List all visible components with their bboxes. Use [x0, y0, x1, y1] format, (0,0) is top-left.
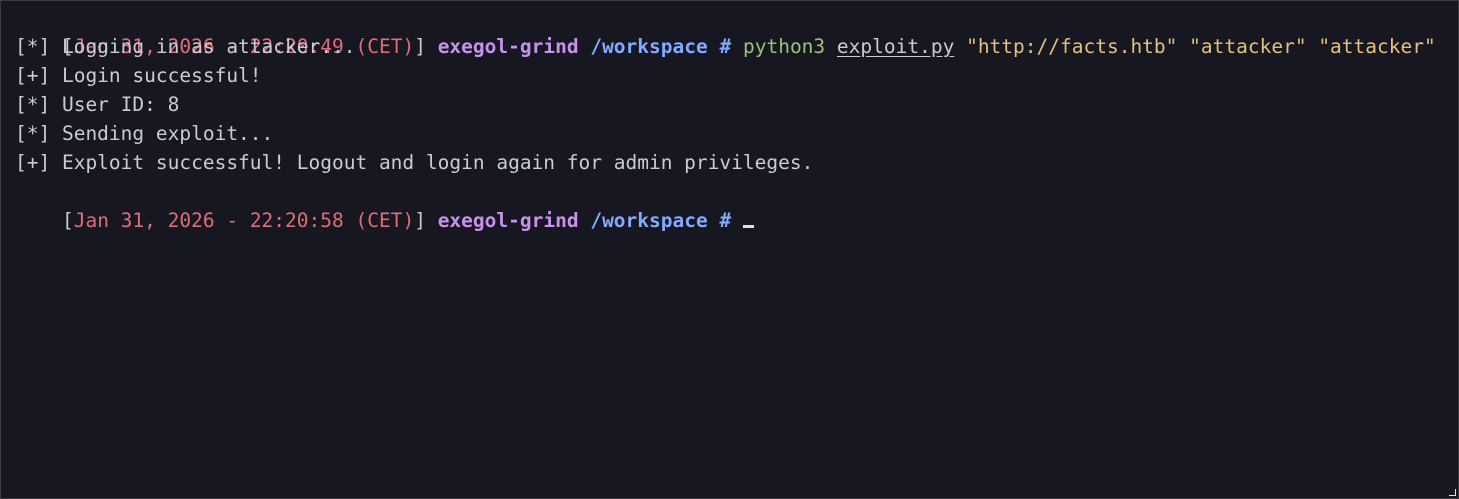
command-arg-url: "http://facts.htb": [966, 35, 1178, 58]
output-line: [+] Exploit successful! Logout and login…: [15, 151, 814, 174]
output-line: [*] Sending exploit...: [15, 122, 274, 145]
prompt-symbol: #: [719, 35, 732, 58]
prompt-hostname: exegol-grind: [437, 35, 579, 58]
command-arg-username: "attacker": [1189, 35, 1307, 58]
command-arg-password: "attacker": [1318, 35, 1436, 58]
prompt-timestamp: Jan 31, 2026 - 22:20:58 (CET): [73, 209, 415, 232]
command-script-link[interactable]: exploit.py: [837, 35, 954, 58]
output-line: [+] Login successful!: [15, 64, 262, 87]
prompt-path: /workspace: [590, 35, 708, 58]
output-line: [*] User ID: 8: [15, 93, 180, 116]
resize-grip-icon[interactable]: [1449, 489, 1456, 496]
prompt-line-command: [Jan 31, 2026 - 22:20:49 (CET)] exegol-g…: [15, 3, 1458, 58]
prompt-close-bracket: ]: [414, 35, 426, 58]
prompt-path: /workspace: [590, 209, 708, 232]
terminal-window[interactable]: [Jan 31, 2026 - 22:20:49 (CET)] exegol-g…: [0, 0, 1459, 499]
prompt-symbol: #: [719, 209, 732, 232]
prompt-line-current[interactable]: [Jan 31, 2026 - 22:20:58 (CET)] exegol-g…: [15, 177, 1458, 232]
command-program: python3: [742, 35, 826, 58]
prompt-hostname: exegol-grind: [437, 209, 579, 232]
prompt-close-bracket: ]: [414, 209, 426, 232]
cursor-block-icon: [742, 225, 754, 228]
prompt-open-bracket: [: [61, 209, 74, 232]
